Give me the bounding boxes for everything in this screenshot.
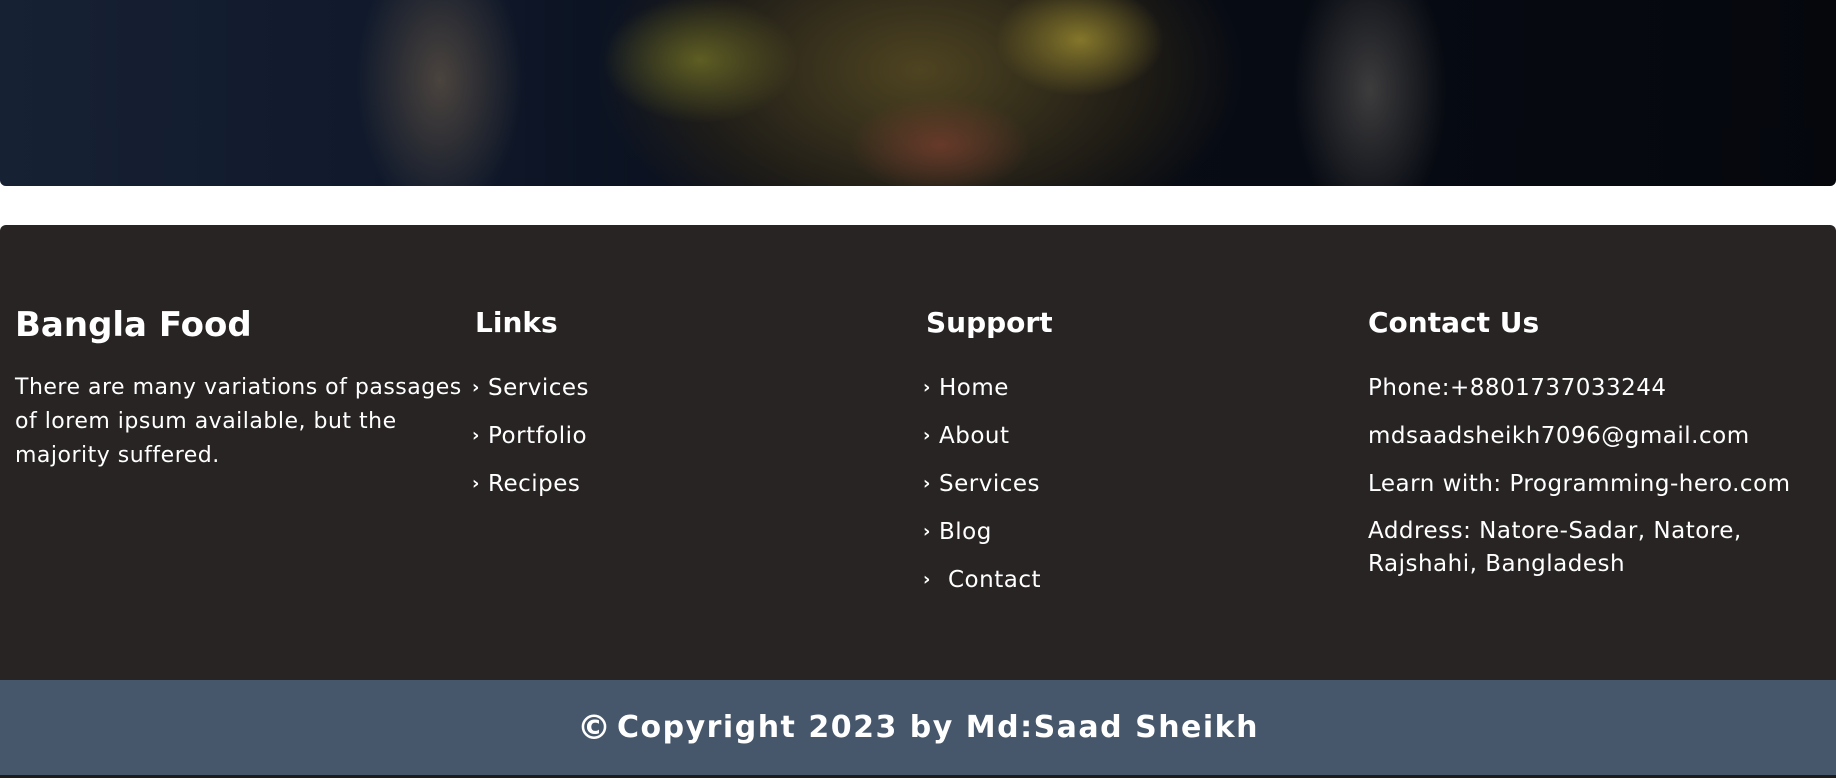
site-footer: Bangla Food There are many variations of… [0,225,1836,680]
brand-description: There are many variations of passages of… [15,375,462,468]
support-list: › Home › About › Services › Blog › Conta… [923,364,1041,604]
contact-phone: Phone:+8801737033244 [1368,375,1667,401]
contact-address: Address: Natore-Sadar, Natore, Rajshahi,… [1368,518,1742,577]
link-recipes[interactable]: › Recipes [472,460,589,508]
link-portfolio[interactable]: › Portfolio [472,412,589,460]
support-link-home[interactable]: › Home [923,364,1041,412]
chevron-right-icon: › [923,569,931,590]
chevron-right-icon: › [923,521,931,542]
links-title: Links [475,306,558,339]
chevron-right-icon: › [472,377,480,398]
contact-learn: Learn with: Programming-hero.com [1368,471,1791,497]
chevron-right-icon: › [923,377,931,398]
link-label: Contact [948,567,1041,593]
chevron-right-icon: › [472,425,480,446]
support-link-about[interactable]: › About [923,412,1041,460]
support-title: Support [926,306,1053,339]
support-link-blog[interactable]: › Blog [923,508,1041,556]
support-link-services[interactable]: › Services [923,460,1041,508]
link-label: Blog [939,519,992,545]
chevron-right-icon: › [472,473,480,494]
link-services[interactable]: › Services [472,364,589,412]
brand-title: Bangla Food [15,305,252,345]
copyright-text: Copyright 2023 by Md:Saad Sheikh [616,710,1259,745]
chevron-right-icon: › [923,473,931,494]
chevron-right-icon: › [923,425,931,446]
support-link-contact[interactable]: › Contact [923,556,1041,604]
contact-list: Phone:+8801737033244 mdsaadsheikh7096@gm… [1368,364,1836,581]
link-label: Services [488,375,589,401]
contact-email[interactable]: mdsaadsheikh7096@gmail.com [1368,412,1836,460]
link-label: Portfolio [488,423,588,449]
link-label: Home [939,375,1009,401]
links-list: › Services › Portfolio › Recipes [472,364,589,508]
hero-food-image [0,0,1836,186]
copyright-bar: © Copyright 2023 by Md:Saad Sheikh [0,680,1836,775]
contact-title: Contact Us [1368,306,1540,339]
link-label: Recipes [488,471,581,497]
link-label: About [939,423,1010,449]
link-label: Services [939,471,1040,497]
hero-overlay [0,0,1836,186]
copyright-symbol: © [576,707,611,748]
